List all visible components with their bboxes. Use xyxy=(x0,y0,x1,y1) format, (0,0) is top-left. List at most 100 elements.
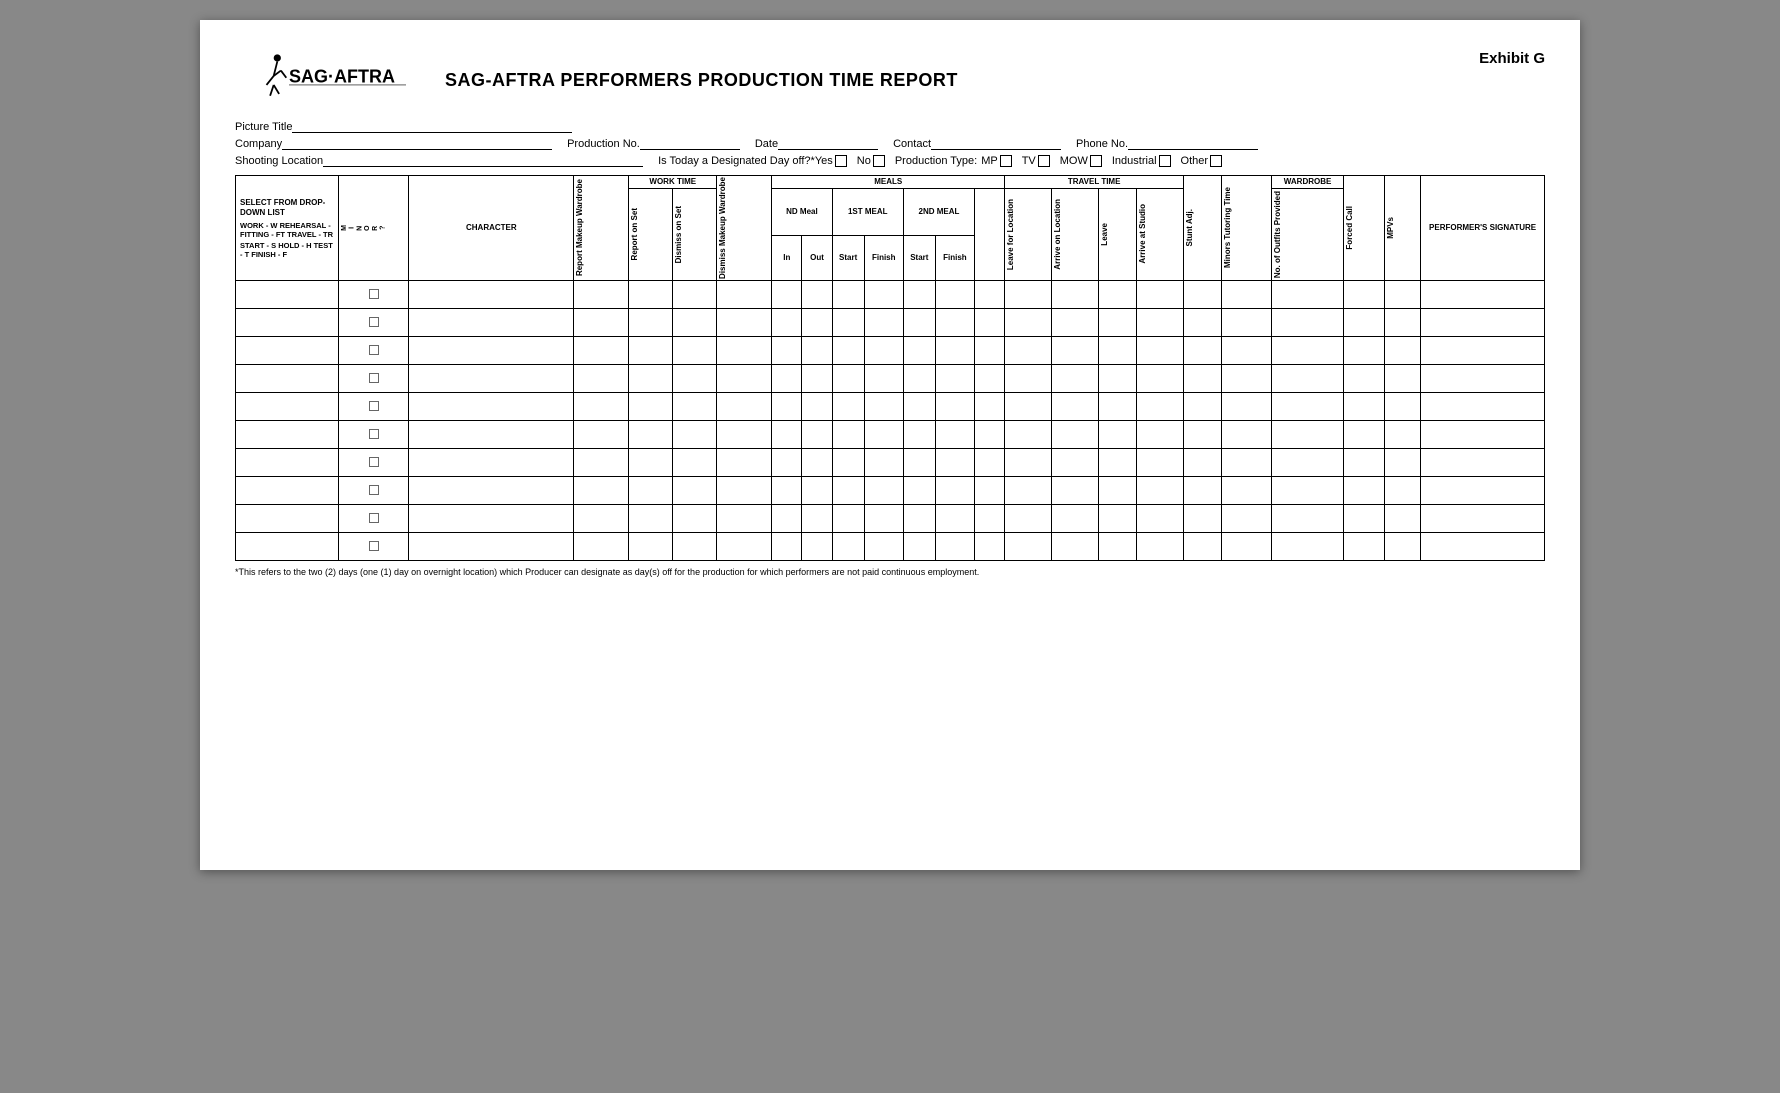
table-cell[interactable] xyxy=(903,476,935,504)
table-cell[interactable] xyxy=(574,280,629,308)
table-cell[interactable] xyxy=(1222,504,1271,532)
table-cell[interactable] xyxy=(673,364,717,392)
table-cell[interactable] xyxy=(236,392,339,420)
table-cell[interactable] xyxy=(673,532,717,560)
table-cell[interactable] xyxy=(903,280,935,308)
table-cell[interactable] xyxy=(236,280,339,308)
table-cell[interactable] xyxy=(1098,280,1136,308)
table-cell[interactable] xyxy=(1005,364,1052,392)
table-cell[interactable] xyxy=(1052,392,1099,420)
table-cell[interactable] xyxy=(629,364,673,392)
table-cell[interactable] xyxy=(717,532,772,560)
table-cell[interactable] xyxy=(1098,504,1136,532)
table-cell[interactable] xyxy=(1005,308,1052,336)
table-cell[interactable] xyxy=(802,504,832,532)
table-cell[interactable] xyxy=(832,476,864,504)
table-cell[interactable] xyxy=(339,392,409,420)
table-cell[interactable] xyxy=(1137,504,1184,532)
table-cell[interactable] xyxy=(1385,336,1421,364)
production-no-input[interactable] xyxy=(640,137,740,150)
table-cell[interactable] xyxy=(802,476,832,504)
table-cell[interactable] xyxy=(1271,336,1343,364)
table-cell[interactable] xyxy=(864,448,903,476)
table-cell[interactable] xyxy=(1421,420,1545,448)
table-cell[interactable] xyxy=(629,308,673,336)
table-cell[interactable] xyxy=(1183,392,1221,420)
date-input[interactable] xyxy=(778,137,878,150)
table-cell[interactable] xyxy=(935,280,974,308)
table-cell[interactable] xyxy=(903,420,935,448)
table-cell[interactable] xyxy=(574,504,629,532)
table-cell[interactable] xyxy=(1344,476,1385,504)
table-cell[interactable] xyxy=(409,336,574,364)
table-cell[interactable] xyxy=(772,448,802,476)
table-cell[interactable] xyxy=(1137,336,1184,364)
table-cell[interactable] xyxy=(1421,392,1545,420)
table-cell[interactable] xyxy=(717,308,772,336)
table-cell[interactable] xyxy=(1052,448,1099,476)
table-cell[interactable] xyxy=(1183,448,1221,476)
table-cell[interactable] xyxy=(1222,476,1271,504)
table-cell[interactable] xyxy=(1385,392,1421,420)
table-cell[interactable] xyxy=(903,448,935,476)
table-cell[interactable] xyxy=(574,308,629,336)
table-cell[interactable] xyxy=(935,308,974,336)
table-cell[interactable] xyxy=(975,308,1005,336)
table-cell[interactable] xyxy=(802,308,832,336)
industrial-checkbox[interactable] xyxy=(1159,155,1171,167)
table-cell[interactable] xyxy=(1005,420,1052,448)
table-cell[interactable] xyxy=(975,280,1005,308)
table-cell[interactable] xyxy=(1183,336,1221,364)
table-cell[interactable] xyxy=(1052,308,1099,336)
table-cell[interactable] xyxy=(1137,280,1184,308)
table-cell[interactable] xyxy=(1385,364,1421,392)
table-cell[interactable] xyxy=(339,336,409,364)
company-input[interactable] xyxy=(282,137,552,150)
table-cell[interactable] xyxy=(1137,364,1184,392)
table-cell[interactable] xyxy=(1183,420,1221,448)
table-cell[interactable] xyxy=(1271,476,1343,504)
table-cell[interactable] xyxy=(864,280,903,308)
table-cell[interactable] xyxy=(236,364,339,392)
table-cell[interactable] xyxy=(1052,476,1099,504)
table-cell[interactable] xyxy=(339,280,409,308)
table-cell[interactable] xyxy=(1098,364,1136,392)
table-cell[interactable] xyxy=(1222,308,1271,336)
table-cell[interactable] xyxy=(1222,336,1271,364)
table-cell[interactable] xyxy=(1344,280,1385,308)
table-cell[interactable] xyxy=(717,448,772,476)
table-cell[interactable] xyxy=(1421,504,1545,532)
table-cell[interactable] xyxy=(802,364,832,392)
table-cell[interactable] xyxy=(1052,420,1099,448)
table-cell[interactable] xyxy=(832,364,864,392)
table-cell[interactable] xyxy=(975,336,1005,364)
table-cell[interactable] xyxy=(864,504,903,532)
table-cell[interactable] xyxy=(903,308,935,336)
table-cell[interactable] xyxy=(1271,364,1343,392)
table-cell[interactable] xyxy=(629,532,673,560)
mow-checkbox[interactable] xyxy=(1090,155,1102,167)
table-cell[interactable] xyxy=(1271,420,1343,448)
table-cell[interactable] xyxy=(409,448,574,476)
table-cell[interactable] xyxy=(903,336,935,364)
table-cell[interactable] xyxy=(1222,448,1271,476)
table-cell[interactable] xyxy=(1005,532,1052,560)
picture-title-input[interactable] xyxy=(292,120,572,133)
table-cell[interactable] xyxy=(864,364,903,392)
table-cell[interactable] xyxy=(574,448,629,476)
table-cell[interactable] xyxy=(717,336,772,364)
table-cell[interactable] xyxy=(1052,280,1099,308)
contact-input[interactable] xyxy=(931,137,1061,150)
table-cell[interactable] xyxy=(1271,504,1343,532)
table-cell[interactable] xyxy=(864,476,903,504)
table-cell[interactable] xyxy=(772,420,802,448)
table-cell[interactable] xyxy=(1344,336,1385,364)
mp-checkbox[interactable] xyxy=(1000,155,1012,167)
table-cell[interactable] xyxy=(772,504,802,532)
table-cell[interactable] xyxy=(574,364,629,392)
table-cell[interactable] xyxy=(864,336,903,364)
table-cell[interactable] xyxy=(903,392,935,420)
other-checkbox[interactable] xyxy=(1210,155,1222,167)
table-cell[interactable] xyxy=(1098,308,1136,336)
table-cell[interactable] xyxy=(1098,532,1136,560)
